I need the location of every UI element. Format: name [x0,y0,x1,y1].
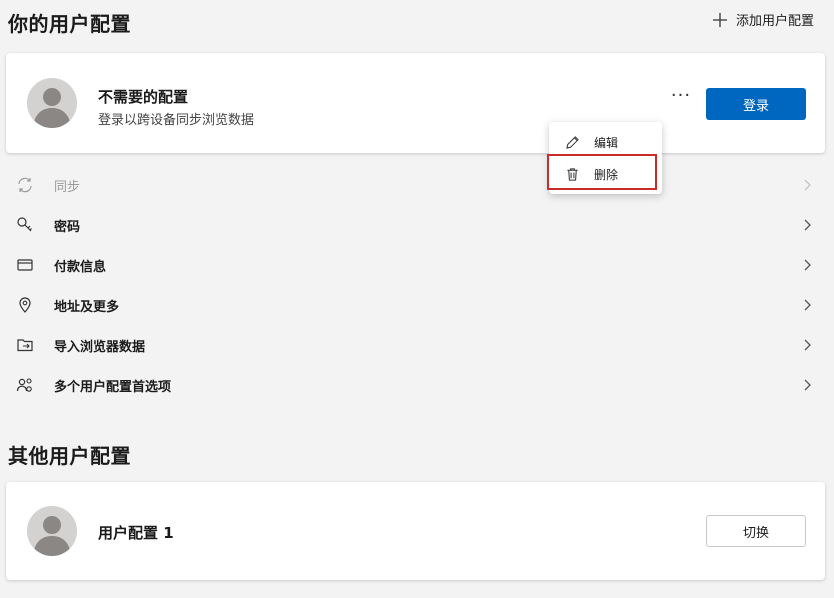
card-icon [17,259,33,271]
settings-row-profile-preferences[interactable]: 多个用户配置首选项 [0,365,834,405]
other-profile-name: 用户配置 1 [98,524,174,542]
menu-item-delete-label: 删除 [594,167,619,182]
settings-row-import[interactable]: 导入浏览器数据 [0,325,834,365]
settings-row-label: 同步 [54,179,81,195]
avatar [27,506,77,556]
chevron-right-icon [804,299,811,311]
chevron-right-icon [804,219,811,231]
settings-row-label: 付款信息 [54,259,107,275]
menu-item-edit[interactable]: 编辑 [549,128,662,156]
settings-row-label: 地址及更多 [54,299,120,315]
menu-item-delete[interactable]: 删除 [549,160,662,188]
chevron-right-icon [804,339,811,351]
pencil-icon [566,135,579,149]
chevron-right-icon [804,259,811,271]
page-title: 你的用户配置 [8,12,131,36]
settings-row-passwords[interactable]: 密码 [0,205,834,245]
avatar [27,78,77,128]
import-icon [17,339,33,352]
current-profile-card: 不需要的配置 登录以跨设备同步浏览数据 ··· 登录 [6,53,825,153]
trash-icon [567,167,578,181]
settings-row-label: 多个用户配置首选项 [54,379,172,395]
settings-row-sync[interactable]: 同步 [0,165,834,205]
other-profiles-title: 其他用户配置 [8,444,131,468]
profile-context-menu: 编辑 删除 [549,122,662,194]
people-icon [16,378,32,392]
key-icon [17,217,32,232]
location-icon [19,297,31,313]
add-profile-button[interactable]: 添加用户配置 [712,10,814,29]
signin-button[interactable]: 登录 [706,88,806,120]
switch-button[interactable]: 切换 [706,515,806,547]
sync-icon [18,177,32,193]
plus-icon [712,12,727,27]
profile-name: 不需要的配置 [98,88,189,106]
settings-row-label: 密码 [54,219,81,235]
person-icon [27,78,77,128]
settings-row-address[interactable]: 地址及更多 [0,285,834,325]
person-icon [27,506,77,556]
other-profile-card: 用户配置 1 切换 [6,482,825,580]
menu-item-edit-label: 编辑 [594,135,619,150]
chevron-right-icon [804,179,811,191]
add-profile-label: 添加用户配置 [735,14,814,29]
more-options-button[interactable]: ··· [670,87,692,109]
settings-row-label: 导入浏览器数据 [54,339,146,355]
settings-row-payment[interactable]: 付款信息 [0,245,834,285]
chevron-right-icon [804,379,811,391]
profile-subtitle: 登录以跨设备同步浏览数据 [98,113,255,128]
